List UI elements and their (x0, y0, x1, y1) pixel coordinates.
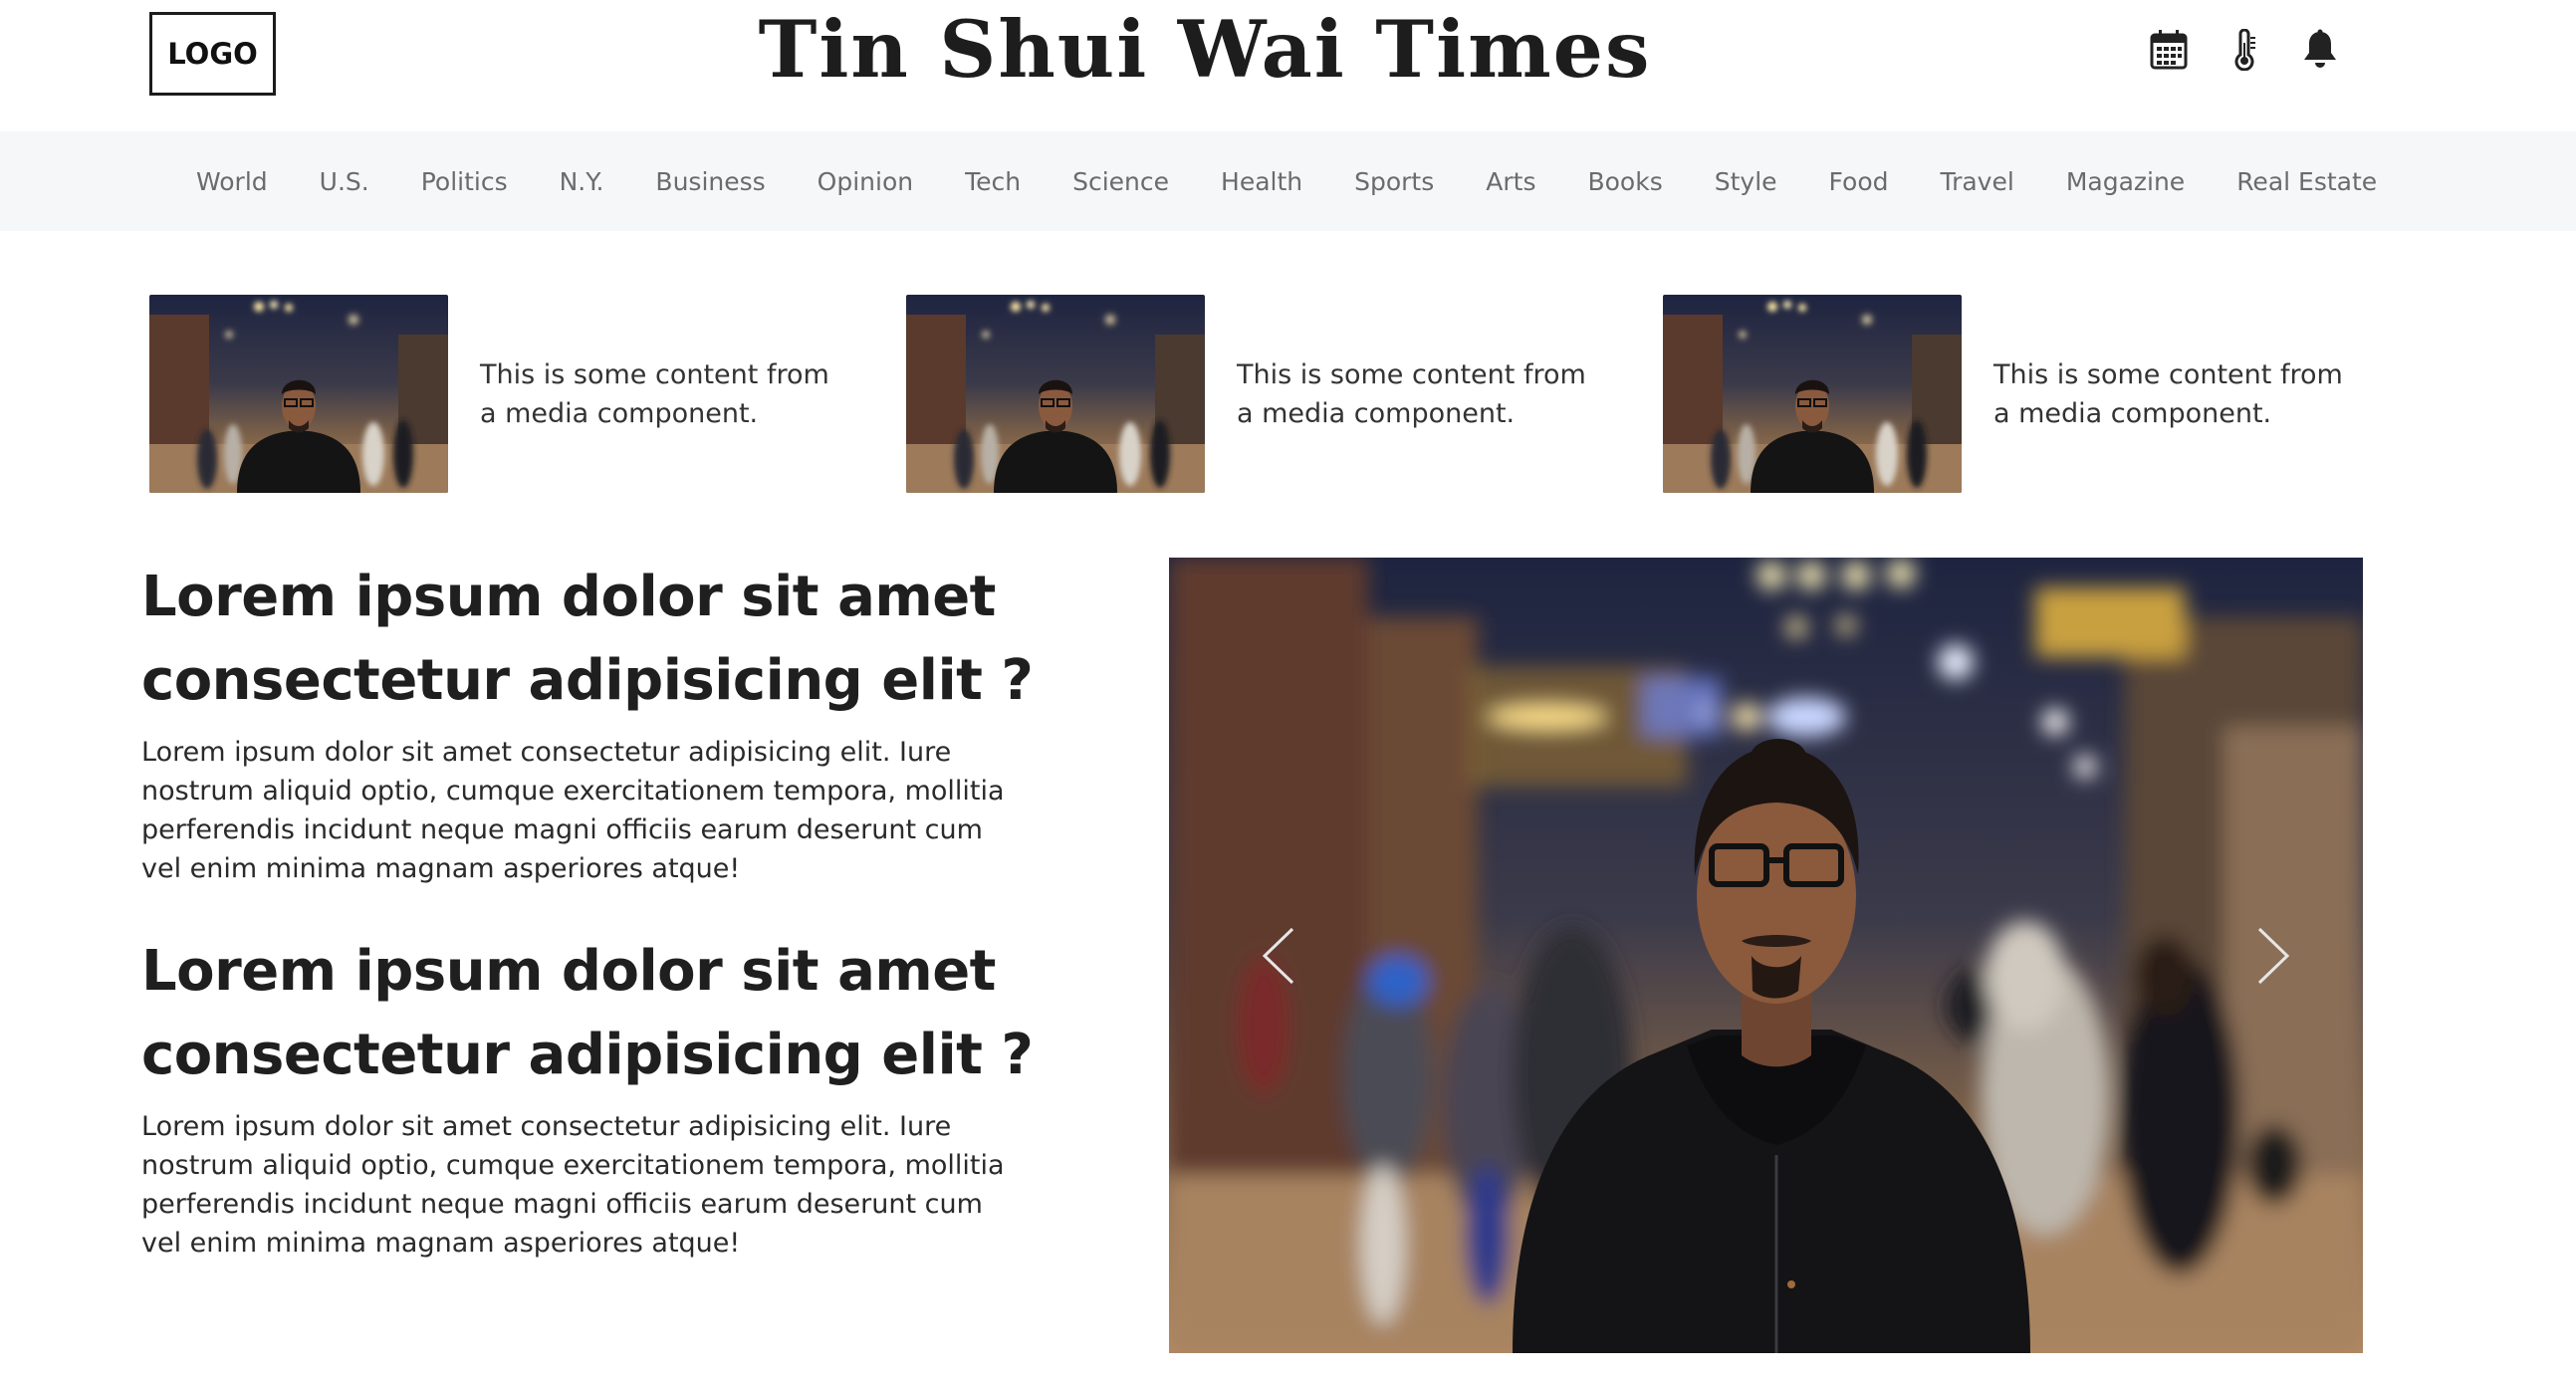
nav-item-style[interactable]: Style (1715, 167, 1777, 196)
nav-item-tech[interactable]: Tech (965, 167, 1021, 196)
media-text: This is some content from a media compon… (1993, 358, 2343, 429)
nav-item-opinion[interactable]: Opinion (818, 167, 913, 196)
nav-item-n-y[interactable]: N.Y. (560, 167, 604, 196)
nav-item-food[interactable]: Food (1829, 167, 1889, 196)
nav-item-travel[interactable]: Travel (1940, 167, 2013, 196)
header-icons (2146, 26, 2343, 74)
chevron-left-icon (1262, 927, 1294, 985)
nav-item-sports[interactable]: Sports (1354, 167, 1434, 196)
thermometer-icon[interactable] (2222, 26, 2267, 74)
section-nav: World U.S. Politics N.Y. Business Opinion Tech… (0, 131, 2576, 231)
article: Lorem ipsum dolor sit amet consectetur a… (141, 930, 1038, 1263)
nav-item-health[interactable]: Health (1221, 167, 1302, 196)
carousel-photo (1169, 558, 2363, 1353)
chevron-right-icon (2257, 927, 2290, 985)
bell-icon[interactable] (2297, 26, 2343, 74)
media-text: This is some content from a media compon… (1237, 358, 1586, 429)
nav-item-books[interactable]: Books (1587, 167, 1662, 196)
nav-item-u-s[interactable]: U.S. (320, 167, 369, 196)
carousel-next-button[interactable] (2233, 906, 2313, 1006)
image-carousel[interactable] (1169, 558, 2363, 1353)
article-body: Lorem ipsum dolor sit amet consectetur a… (141, 737, 1005, 884)
nav-item-arts[interactable]: Arts (1486, 167, 1535, 196)
nav-item-world[interactable]: World (196, 167, 268, 196)
nav-item-science[interactable]: Science (1072, 167, 1169, 196)
nav-item-business[interactable]: Business (655, 167, 765, 196)
media-thumbnail (906, 295, 1205, 493)
media-component[interactable]: This is some content from a media compon… (149, 295, 846, 493)
media-text: This is some content from a media compon… (480, 358, 829, 429)
media-component[interactable]: This is some content from a media compon… (906, 295, 1603, 493)
media-thumbnail (1663, 295, 1962, 493)
media-thumbnail (149, 295, 448, 493)
article-title[interactable]: Lorem ipsum dolor sit amet consectetur a… (141, 556, 1038, 723)
site-header: LOGO Tin Shui Wai Times (0, 0, 2576, 131)
carousel-prev-button[interactable] (1239, 906, 1318, 1006)
nav-item-politics[interactable]: Politics (421, 167, 508, 196)
site-title: Tin Shui Wai Times (758, 3, 1652, 96)
calendar-icon[interactable] (2146, 26, 2192, 74)
article-title[interactable]: Lorem ipsum dolor sit amet consectetur a… (141, 930, 1038, 1097)
article-body: Lorem ipsum dolor sit amet consectetur a… (141, 1111, 1005, 1259)
nav-item-magazine[interactable]: Magazine (2066, 167, 2185, 196)
nav-item-real-estate[interactable]: Real Estate (2236, 167, 2377, 196)
article: Lorem ipsum dolor sit amet consectetur a… (141, 556, 1038, 888)
media-component[interactable]: This is some content from a media compon… (1663, 295, 2360, 493)
